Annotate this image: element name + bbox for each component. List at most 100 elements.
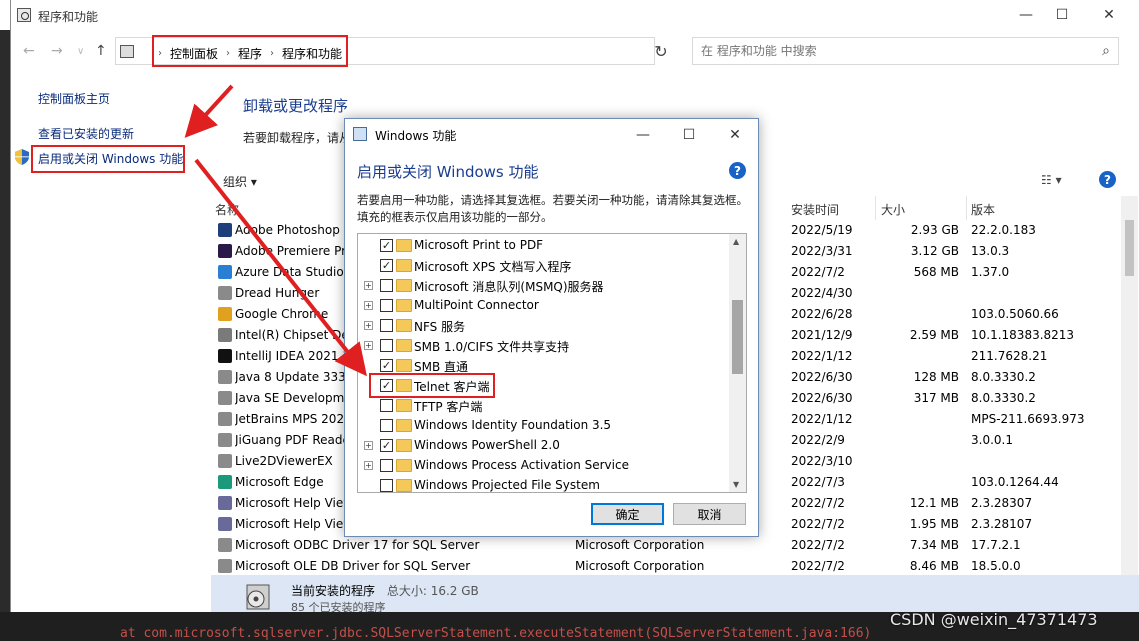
column-name[interactable]: 名称 xyxy=(215,201,239,218)
feature-checkbox[interactable]: ✓ xyxy=(380,359,393,372)
close-button[interactable]: ✕ xyxy=(1086,0,1132,30)
program-version: MPS-211.6693.973 xyxy=(971,412,1085,426)
search-input[interactable] xyxy=(701,39,1081,63)
expand-icon[interactable]: + xyxy=(364,281,373,290)
status-bar: 当前安装的程序 总大小: 16.2 GB 85 个已安装的程序 xyxy=(211,575,1139,614)
feature-item[interactable]: TFTP 客户端 xyxy=(358,396,730,416)
feature-checkbox[interactable] xyxy=(380,339,393,352)
program-date: 2022/7/2 xyxy=(791,517,845,531)
feature-scrollbar[interactable]: ▲ ▼ xyxy=(729,234,746,492)
feature-checkbox[interactable]: ✓ xyxy=(380,259,393,272)
program-icon xyxy=(218,391,232,405)
table-row[interactable]: Microsoft OLE DB Driver for SQL Server Mi… xyxy=(211,556,1121,576)
program-size: 7.34 MB xyxy=(909,538,959,552)
feature-item[interactable]: Windows Identity Foundation 3.5 xyxy=(358,416,730,436)
feature-item[interactable]: ✓ Microsoft XPS 文档写入程序 xyxy=(358,256,730,276)
programs-app-icon xyxy=(17,8,31,22)
scroll-down-icon[interactable]: ▼ xyxy=(733,480,739,489)
program-icon xyxy=(218,559,232,573)
help-icon[interactable]: ? xyxy=(1099,171,1116,188)
feature-checkbox[interactable] xyxy=(380,459,393,472)
program-date: 2022/1/12 xyxy=(791,349,853,363)
dialog-description: 若要启用一种功能，请选择其复选框。若要关闭一种功能，请清除其复选框。填充的框表示… xyxy=(357,193,748,224)
dialog-minimize-button[interactable]: — xyxy=(621,121,665,149)
feature-label: MultiPoint Connector xyxy=(414,298,539,312)
background-left-strip xyxy=(0,30,10,612)
feature-checkbox[interactable] xyxy=(380,299,393,312)
dialog-maximize-button[interactable]: ☐ xyxy=(667,121,711,149)
back-arrow-icon[interactable]: ← xyxy=(23,43,35,59)
program-icon xyxy=(218,454,232,468)
feature-label: SMB 1.0/CIFS 文件共享支持 xyxy=(414,340,570,354)
feature-label: Windows Identity Foundation 3.5 xyxy=(414,418,612,432)
forward-arrow-icon[interactable]: → xyxy=(51,43,63,59)
feature-checkbox[interactable] xyxy=(380,279,393,292)
program-icon xyxy=(218,328,232,342)
dialog-help-icon[interactable]: ? xyxy=(729,162,746,179)
list-scrollbar[interactable] xyxy=(1121,196,1138,576)
expand-icon[interactable]: + xyxy=(364,321,373,330)
control-panel-icon xyxy=(120,45,134,58)
sidebar-item-control-panel-home[interactable]: 控制面板主页 xyxy=(38,90,110,107)
program-icon xyxy=(218,349,232,363)
feature-item[interactable]: ✓ Microsoft Print to PDF xyxy=(358,236,730,256)
program-icon xyxy=(218,370,232,384)
feature-item[interactable]: + Microsoft 消息队列(MSMQ)服务器 xyxy=(358,276,730,296)
table-row[interactable]: Microsoft ODBC Driver 17 for SQL Server M… xyxy=(211,535,1121,556)
folder-icon xyxy=(396,359,412,372)
program-date: 2022/6/30 xyxy=(791,391,853,405)
feature-item[interactable]: + Windows Process Activation Service xyxy=(358,456,730,476)
feature-checkbox[interactable] xyxy=(380,319,393,332)
feature-checkbox[interactable] xyxy=(380,479,393,492)
program-version: 10.1.18383.8213 xyxy=(971,328,1075,342)
dialog-title-bar: Windows 功能 — ☐ ✕ xyxy=(345,119,758,150)
program-icon xyxy=(218,265,232,279)
program-date: 2022/7/2 xyxy=(791,265,845,279)
expand-icon[interactable]: + xyxy=(364,441,373,450)
feature-item[interactable]: + MultiPoint Connector xyxy=(358,296,730,316)
dialog-close-button[interactable]: ✕ xyxy=(713,121,757,149)
column-size[interactable]: 大小 xyxy=(881,201,905,218)
title-bar: 程序和功能 — ☐ ✕ xyxy=(11,0,1139,31)
column-version[interactable]: 版本 xyxy=(971,201,995,218)
folder-icon xyxy=(396,239,412,252)
folder-icon xyxy=(396,399,412,412)
sidebar-item-installed-updates[interactable]: 查看已安装的更新 xyxy=(38,125,134,142)
ok-button[interactable]: 确定 xyxy=(591,503,664,525)
organize-button[interactable]: 组织 ▾ xyxy=(223,173,257,190)
feature-checkbox[interactable]: ✓ xyxy=(380,239,393,252)
search-icon[interactable]: ⌕ xyxy=(1102,43,1110,59)
program-icon xyxy=(218,286,232,300)
list-scroll-thumb[interactable] xyxy=(1125,220,1134,276)
window-title: 程序和功能 xyxy=(38,10,99,24)
up-arrow-icon[interactable]: ↑ xyxy=(95,43,107,59)
expand-icon[interactable]: + xyxy=(364,301,373,310)
folder-icon xyxy=(396,479,412,492)
expand-icon[interactable]: + xyxy=(364,341,373,350)
maximize-button[interactable]: ☐ xyxy=(1039,0,1085,30)
feature-item[interactable]: Windows Projected File System xyxy=(358,476,730,492)
view-options-icon[interactable]: ☷ ▾ xyxy=(1041,173,1062,187)
feature-label: Microsoft XPS 文档写入程序 xyxy=(414,260,572,274)
scroll-up-icon[interactable]: ▲ xyxy=(733,237,739,246)
column-divider[interactable] xyxy=(875,196,876,220)
feature-checkbox[interactable] xyxy=(380,399,393,412)
recent-chevron-icon[interactable]: ∨ xyxy=(77,46,84,57)
feature-label: Windows Projected File System xyxy=(414,478,600,492)
program-date: 2022/6/30 xyxy=(791,370,853,384)
feature-label: TFTP 客户端 xyxy=(414,400,483,414)
program-icon xyxy=(218,538,232,552)
feature-checkbox[interactable]: ✓ xyxy=(380,439,393,452)
feature-item[interactable]: + SMB 1.0/CIFS 文件共享支持 xyxy=(358,336,730,356)
expand-icon[interactable]: + xyxy=(364,461,373,470)
feature-item[interactable]: + NFS 服务 xyxy=(358,316,730,336)
column-divider[interactable] xyxy=(966,196,967,220)
feature-scroll-thumb[interactable] xyxy=(732,300,743,374)
cancel-button[interactable]: 取消 xyxy=(673,503,746,525)
column-installed[interactable]: 安装时间 xyxy=(791,201,839,218)
refresh-icon[interactable]: ↻ xyxy=(647,37,675,65)
program-size: 2.93 GB xyxy=(910,223,959,237)
feature-checkbox[interactable] xyxy=(380,419,393,432)
feature-item[interactable]: + ✓ Windows PowerShell 2.0 xyxy=(358,436,730,456)
program-name: Microsoft ODBC Driver 17 for SQL Server xyxy=(235,538,480,552)
